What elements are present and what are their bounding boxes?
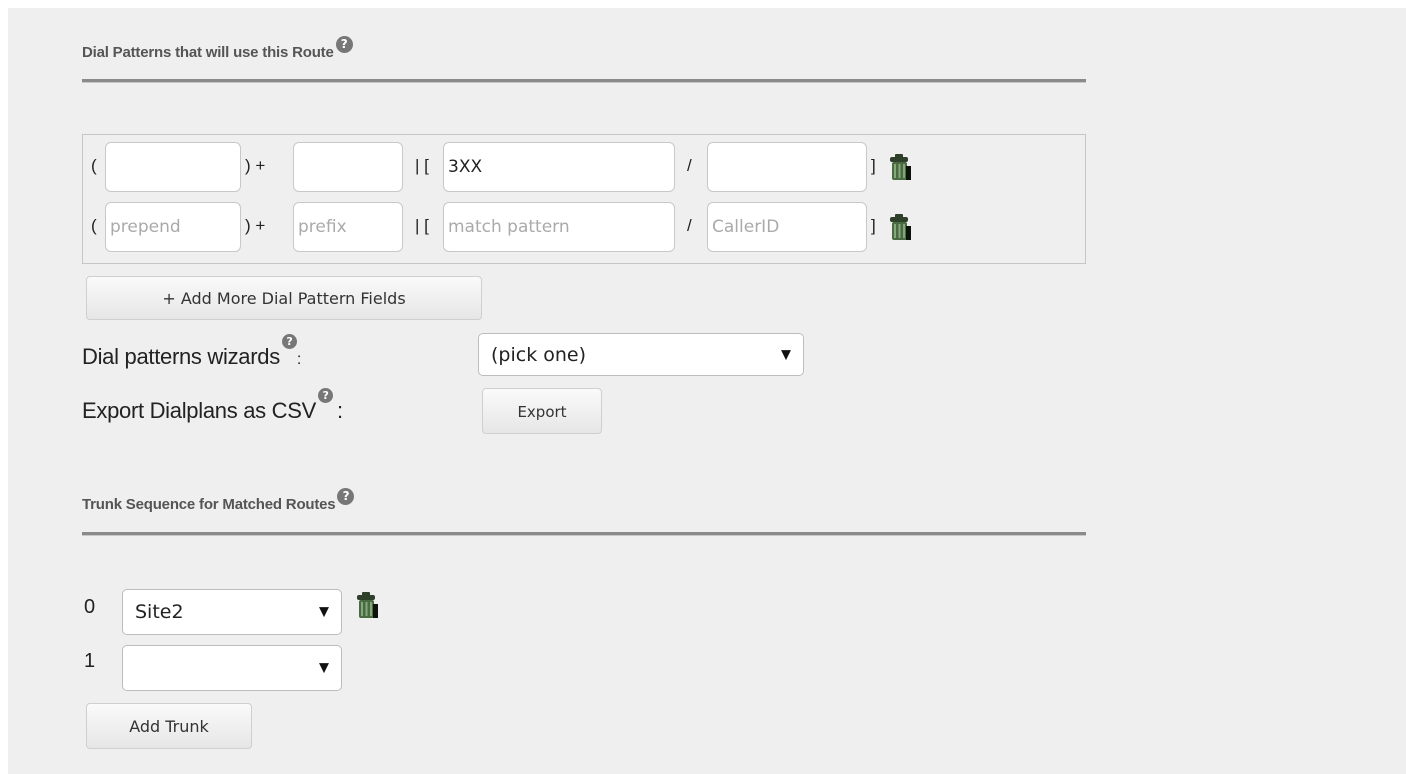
chevron-down-icon: ▼	[781, 347, 791, 362]
trunk-select[interactable]: Site2 ▼	[122, 589, 342, 635]
help-icon[interactable]: ?	[281, 334, 297, 349]
close-bracket: ]	[871, 216, 876, 235]
dial-pattern-row: ( ) + | [ / ]	[83, 202, 1085, 252]
wizards-label-text: Dial patterns wizards	[82, 344, 280, 369]
add-trunk-button[interactable]: Add Trunk	[86, 703, 252, 749]
slash-separator: /	[687, 216, 692, 235]
chevron-down-icon: ▼	[319, 660, 329, 676]
trunk-sequence-heading: Trunk Sequence for Matched Routes?	[82, 488, 355, 513]
trash-icon[interactable]	[889, 212, 911, 242]
dial-pattern-row: ( ) + | [ / ]	[83, 142, 1085, 192]
section-divider	[82, 79, 1086, 83]
dial-patterns-heading: Dial Patterns that will use this Route?	[82, 36, 353, 61]
export-label-text: Export Dialplans as CSV	[82, 398, 316, 423]
trunk-sequence-title: Trunk Sequence for Matched Routes	[82, 496, 336, 513]
trunk-selected-value: Site2	[135, 601, 184, 623]
help-icon[interactable]: ?	[317, 388, 333, 403]
dial-patterns-wizard-select[interactable]: (pick one) ▼	[478, 333, 804, 376]
match-pattern-input[interactable]	[443, 202, 675, 252]
trunk-index: 0	[84, 596, 96, 618]
section-divider	[82, 532, 1086, 536]
export-button[interactable]: Export	[482, 388, 602, 434]
dial-patterns-title: Dial Patterns that will use this Route	[82, 44, 334, 61]
help-icon[interactable]: ?	[335, 36, 353, 53]
plus-separator: ) +	[245, 216, 266, 235]
callerid-input[interactable]	[707, 142, 867, 192]
export-colon: :	[336, 398, 343, 423]
wizards-colon: :	[296, 351, 302, 368]
plus-separator: ) +	[245, 156, 266, 175]
prepend-input[interactable]	[105, 202, 241, 252]
pipe-separator: | [	[415, 156, 429, 175]
open-paren: (	[91, 216, 97, 235]
callerid-input[interactable]	[707, 202, 867, 252]
add-dial-pattern-button[interactable]: + Add More Dial Pattern Fields	[86, 276, 482, 320]
prepend-input[interactable]	[105, 142, 241, 192]
prefix-input[interactable]	[293, 142, 403, 192]
export-dialplans-label: Export Dialplans as CSV?:	[82, 388, 343, 424]
help-icon[interactable]: ?	[337, 488, 355, 505]
close-bracket: ]	[871, 156, 876, 175]
slash-separator: /	[687, 156, 692, 175]
wizard-selected-value: (pick one)	[491, 343, 587, 366]
dial-pattern-table: ( ) + | [ / ] ( ) + | [ / ]	[82, 134, 1086, 264]
open-paren: (	[91, 156, 97, 175]
match-pattern-input[interactable]	[443, 142, 675, 192]
dial-patterns-wizards-label: Dial patterns wizards?:	[82, 334, 302, 370]
prefix-input[interactable]	[293, 202, 403, 252]
trash-icon[interactable]	[889, 152, 911, 182]
trash-icon[interactable]	[356, 590, 378, 620]
chevron-down-icon: ▼	[319, 604, 329, 620]
trunk-select[interactable]: ▼	[122, 645, 342, 691]
pipe-separator: | [	[415, 216, 429, 235]
trunk-index: 1	[84, 650, 96, 672]
